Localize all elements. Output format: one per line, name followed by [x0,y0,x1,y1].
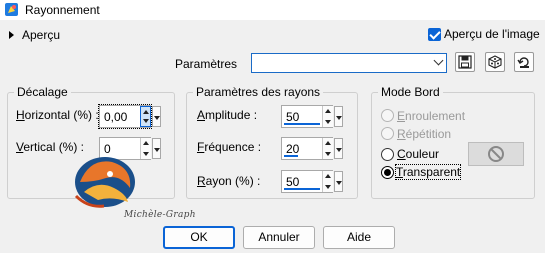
horizontal-value[interactable]: 0,00 [104,110,127,124]
save-preset-button[interactable] [455,52,475,72]
presets-label: Paramètres [175,57,238,71]
radio-repeat-label[interactable]: Répétition [397,127,451,141]
expand-triangle-icon[interactable] [9,31,14,39]
watermark-text: Michèle-Graph [124,210,196,220]
horizontal-dropdown-icon[interactable] [152,106,161,127]
offset-group-title: Décalage [14,85,71,99]
frequency-dropdown-icon[interactable] [334,138,343,159]
presets-combobox[interactable] [251,53,447,73]
horizontal-label: Horizontal (%) : [16,108,99,122]
image-preview-label[interactable]: Aperçu de l'image [444,27,540,41]
frequency-level-bar [284,155,298,157]
reset-button[interactable] [514,52,534,72]
save-preset-icon [458,55,472,69]
frequency-value[interactable]: 20 [286,142,299,156]
dice-icon [488,55,502,69]
app-icon [5,3,18,16]
frequency-label: Fréquence : [197,140,262,154]
radio-wrap[interactable] [381,109,394,122]
amplitude-value[interactable]: 50 [286,110,299,124]
radio-transparent[interactable] [381,166,394,179]
no-color-icon [488,146,504,162]
ok-button[interactable]: OK [163,226,235,249]
radio-color[interactable] [381,148,394,161]
chevron-down-icon[interactable] [433,55,444,66]
radius-spinbox[interactable]: 50 [281,170,333,193]
preview-section-label[interactable]: Aperçu [22,28,60,42]
amplitude-dropdown-icon[interactable] [334,106,343,127]
help-button[interactable]: Aide [323,226,395,249]
amplitude-spinbox[interactable]: 50 [281,105,333,128]
radius-value[interactable]: 50 [286,175,299,189]
radius-level-bar [284,188,320,190]
frequency-spin-arrows-icon[interactable] [322,138,333,159]
amplitude-spin-arrows-icon[interactable] [322,106,333,127]
horizontal-spinbox[interactable]: 0,00 [98,104,152,129]
watermark-logo [74,157,135,208]
radius-spin-arrows-icon[interactable] [322,171,333,192]
cancel-button[interactable]: Annuler [243,226,315,249]
amplitude-level-bar [284,123,320,125]
randomize-button[interactable] [485,52,505,72]
amplitude-label: Amplitude : [197,108,258,122]
horizontal-spin-arrows-icon[interactable] [140,106,151,127]
radio-transparent-label[interactable]: Transparent [394,164,462,180]
frequency-spinbox[interactable]: 20 [281,137,333,160]
edge-color-swatch[interactable] [468,142,524,166]
vertical-dropdown-icon[interactable] [152,138,161,159]
rays-group-title: Paramètres des rayons [193,85,324,99]
title-bar: Rayonnement [0,0,545,20]
radio-repeat[interactable] [381,127,394,140]
radio-wrap-label[interactable]: Enroulement [397,109,465,123]
window-title: Rayonnement [25,3,100,17]
image-preview-checkbox[interactable] [428,28,441,41]
edge-mode-group-title: Mode Bord [378,85,443,99]
radius-label: Rayon (%) : [197,174,261,188]
radio-color-label[interactable]: Couleur [397,147,439,161]
reset-icon [517,57,529,68]
radius-dropdown-icon[interactable] [334,171,343,192]
